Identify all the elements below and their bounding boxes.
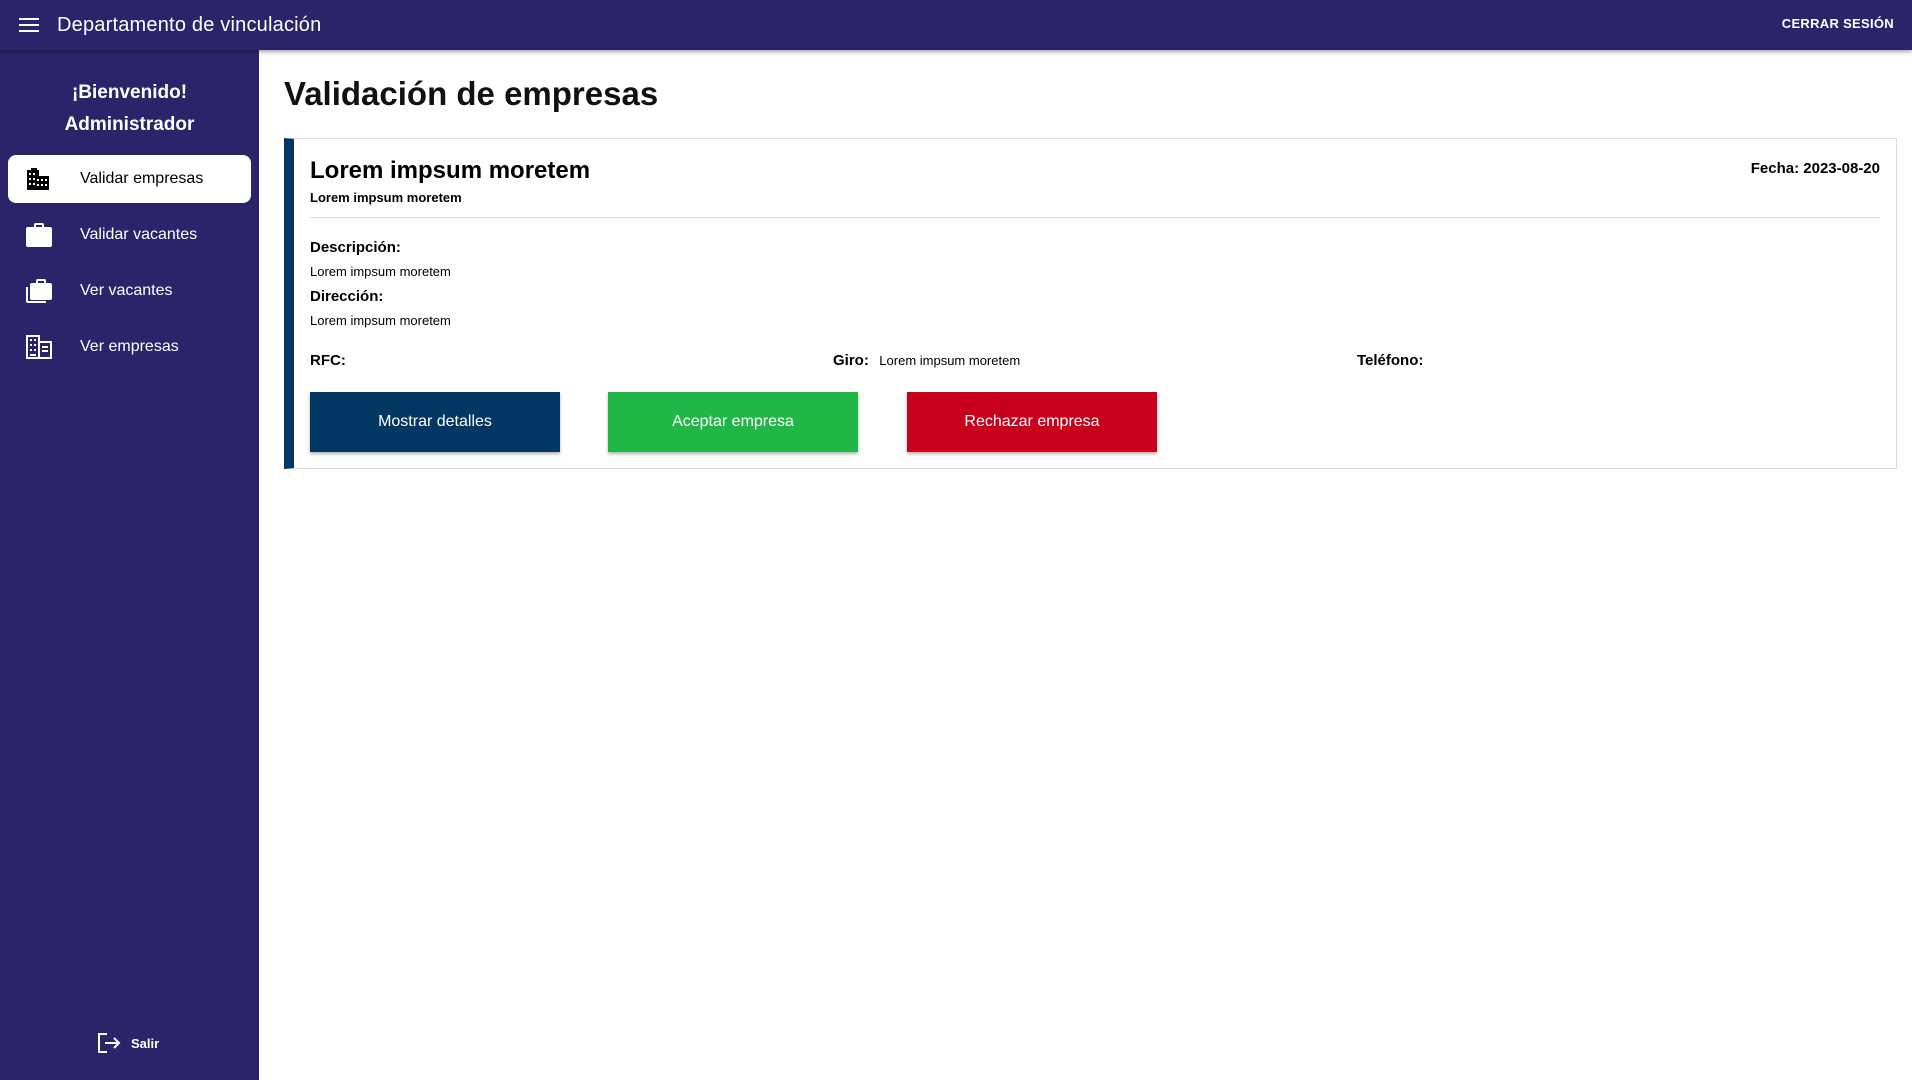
address-value: Lorem impsum moretem <box>310 313 451 328</box>
sidebar-item-ver-vacantes[interactable]: Ver vacantes <box>8 267 251 315</box>
sidebar-item-validar-vacantes[interactable]: Validar vacantes <box>8 211 251 259</box>
company-card: Lorem impsum moretem Lorem impsum morete… <box>284 138 1897 469</box>
welcome-message: ¡Bienvenido! Administrador <box>0 77 259 141</box>
briefcases-icon <box>25 277 53 305</box>
accept-company-button[interactable]: Aceptar empresa <box>608 392 858 452</box>
welcome-role: Administrador <box>64 114 195 135</box>
giro-value: Lorem impsum moretem <box>879 353 1021 368</box>
exit-label: Salir <box>131 1035 160 1051</box>
sidebar-item-label: Validar empresas <box>80 170 204 187</box>
company-subtitle: Lorem impsum moretem <box>310 190 462 205</box>
description-value: Lorem impsum moretem <box>310 264 451 279</box>
sidebar-item-label: Ver empresas <box>80 338 179 355</box>
sidebar-item-ver-empresas[interactable]: Ver empresas <box>8 323 251 371</box>
top-app-bar: Departamento de vinculación CERRAR SESIÓ… <box>0 0 1912 50</box>
sidebar-item-label: Ver vacantes <box>80 282 173 299</box>
buildings-icon <box>25 165 53 193</box>
sidebar-nav: Validar empresas Validar vacantes Ver va… <box>0 155 259 371</box>
sidebar-item-label: Validar vacantes <box>80 226 198 243</box>
welcome-greeting: ¡Bienvenido! <box>71 82 188 103</box>
app-title: Departamento de vinculación <box>57 13 322 36</box>
address-label: Dirección: <box>310 288 384 305</box>
page-title: Validación de empresas <box>284 75 659 112</box>
sidebar: ¡Bienvenido! Administrador Validar empre… <box>0 50 259 1080</box>
giro-field: Giro: Lorem impsum moretem <box>833 352 1020 370</box>
giro-label: Giro: <box>833 352 869 369</box>
logout-icon <box>96 1030 122 1056</box>
briefcase-icon <box>25 221 53 249</box>
logout-button[interactable]: CERRAR SESIÓN <box>1782 16 1894 31</box>
phone-field: Teléfono: <box>1357 352 1423 370</box>
company-name: Lorem impsum moretem <box>310 157 591 184</box>
rfc-field: RFC: <box>310 352 346 370</box>
card-divider <box>310 217 1880 218</box>
building-list-icon <box>25 333 53 361</box>
exit-button[interactable]: Salir <box>96 1030 159 1056</box>
reject-company-button[interactable]: Rechazar empresa <box>907 392 1157 452</box>
request-date: Fecha: 2023-08-20 <box>1750 160 1880 177</box>
show-details-button[interactable]: Mostrar detalles <box>310 392 560 452</box>
rfc-label: RFC: <box>310 352 346 369</box>
phone-label: Teléfono: <box>1357 352 1424 369</box>
description-label: Descripción: <box>310 239 401 256</box>
main-content: Validación de empresas Lorem impsum more… <box>259 50 1912 1080</box>
sidebar-item-validar-empresas[interactable]: Validar empresas <box>8 155 251 203</box>
menu-icon[interactable] <box>17 13 41 37</box>
